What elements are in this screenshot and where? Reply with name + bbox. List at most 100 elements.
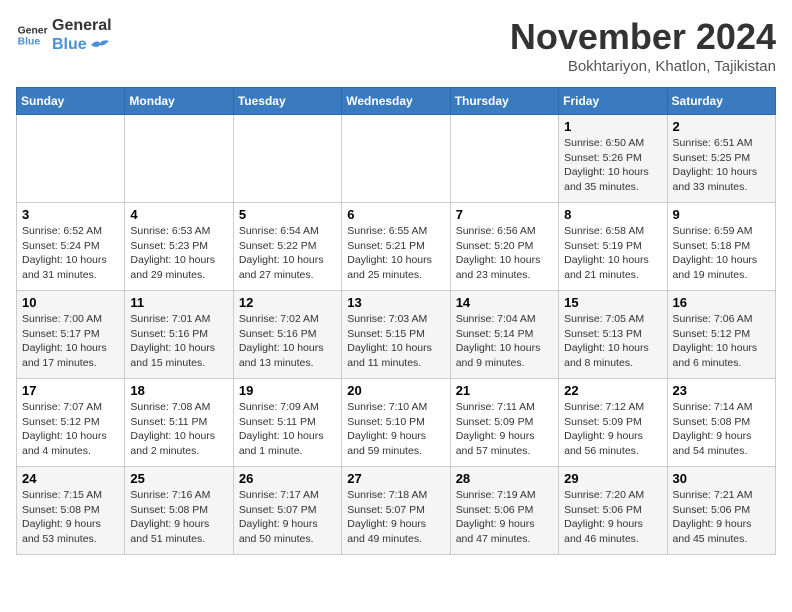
day-number: 26 <box>239 471 336 486</box>
day-number: 13 <box>347 295 444 310</box>
day-number: 17 <box>22 383 119 398</box>
calendar-week-1: 1Sunrise: 6:50 AM Sunset: 5:26 PM Daylig… <box>17 115 776 203</box>
day-number: 14 <box>456 295 553 310</box>
calendar-cell <box>125 115 233 203</box>
logo-icon: General Blue <box>16 19 48 51</box>
day-info: Sunrise: 7:10 AM Sunset: 5:10 PM Dayligh… <box>347 400 444 459</box>
day-number: 20 <box>347 383 444 398</box>
calendar-cell <box>17 115 125 203</box>
day-info: Sunrise: 6:55 AM Sunset: 5:21 PM Dayligh… <box>347 224 444 283</box>
column-header-wednesday: Wednesday <box>342 88 450 115</box>
logo-text-blue: Blue <box>52 35 112 54</box>
column-header-saturday: Saturday <box>667 88 775 115</box>
day-number: 7 <box>456 207 553 222</box>
calendar-cell <box>233 115 341 203</box>
day-number: 4 <box>130 207 227 222</box>
column-header-monday: Monday <box>125 88 233 115</box>
day-info: Sunrise: 7:21 AM Sunset: 5:06 PM Dayligh… <box>673 488 770 547</box>
calendar-cell: 28Sunrise: 7:19 AM Sunset: 5:06 PM Dayli… <box>450 467 558 555</box>
calendar-cell: 11Sunrise: 7:01 AM Sunset: 5:16 PM Dayli… <box>125 291 233 379</box>
day-number: 3 <box>22 207 119 222</box>
calendar-cell: 2 Sunrise: 6:51 AM Sunset: 5:25 PM Daylig… <box>667 115 775 203</box>
day-info: Sunrise: 7:04 AM Sunset: 5:14 PM Dayligh… <box>456 312 553 371</box>
day-number: 24 <box>22 471 119 486</box>
calendar-cell: 3Sunrise: 6:52 AM Sunset: 5:24 PM Daylig… <box>17 203 125 291</box>
svg-text:Blue: Blue <box>18 37 41 48</box>
calendar-cell: 15 Sunrise: 7:05 AM Sunset: 5:13 PM Dayli… <box>559 291 667 379</box>
day-info: Sunrise: 7:06 AM Sunset: 5:12 PM Dayligh… <box>673 312 770 371</box>
calendar-cell: 13Sunrise: 7:03 AM Sunset: 5:15 PM Dayli… <box>342 291 450 379</box>
logo-bird-icon <box>91 39 109 51</box>
calendar-cell: 21 Sunrise: 7:11 AM Sunset: 5:09 PM Dayli… <box>450 379 558 467</box>
day-info: Sunrise: 7:18 AM Sunset: 5:07 PM Dayligh… <box>347 488 444 547</box>
day-info: Sunrise: 6:51 AM Sunset: 5:25 PM Dayligh… <box>673 136 770 195</box>
logo-text-general: General <box>52 16 112 35</box>
calendar-cell: 8 Sunrise: 6:58 AM Sunset: 5:19 PM Daylig… <box>559 203 667 291</box>
column-header-friday: Friday <box>559 88 667 115</box>
day-number: 10 <box>22 295 119 310</box>
day-info: Sunrise: 7:01 AM Sunset: 5:16 PM Dayligh… <box>130 312 227 371</box>
day-number: 9 <box>673 207 770 222</box>
calendar-cell: 7 Sunrise: 6:56 AM Sunset: 5:20 PM Daylig… <box>450 203 558 291</box>
day-info: Sunrise: 7:09 AM Sunset: 5:11 PM Dayligh… <box>239 400 336 459</box>
calendar-cell: 25Sunrise: 7:16 AM Sunset: 5:08 PM Dayli… <box>125 467 233 555</box>
calendar-week-5: 24 Sunrise: 7:15 AM Sunset: 5:08 PM Dayli… <box>17 467 776 555</box>
day-info: Sunrise: 7:07 AM Sunset: 5:12 PM Dayligh… <box>22 400 119 459</box>
day-number: 1 <box>564 119 661 134</box>
calendar-cell <box>342 115 450 203</box>
day-number: 19 <box>239 383 336 398</box>
day-number: 8 <box>564 207 661 222</box>
calendar-cell: 26Sunrise: 7:17 AM Sunset: 5:07 PM Dayli… <box>233 467 341 555</box>
day-info: Sunrise: 7:15 AM Sunset: 5:08 PM Dayligh… <box>22 488 119 547</box>
calendar-table: SundayMondayTuesdayWednesdayThursdayFrid… <box>16 87 776 555</box>
calendar-week-3: 10Sunrise: 7:00 AM Sunset: 5:17 PM Dayli… <box>17 291 776 379</box>
column-header-sunday: Sunday <box>17 88 125 115</box>
calendar-cell: 29 Sunrise: 7:20 AM Sunset: 5:06 PM Dayli… <box>559 467 667 555</box>
calendar-cell: 17 Sunrise: 7:07 AM Sunset: 5:12 PM Dayli… <box>17 379 125 467</box>
day-info: Sunrise: 6:56 AM Sunset: 5:20 PM Dayligh… <box>456 224 553 283</box>
column-header-thursday: Thursday <box>450 88 558 115</box>
day-info: Sunrise: 7:20 AM Sunset: 5:06 PM Dayligh… <box>564 488 661 547</box>
calendar-cell: 5 Sunrise: 6:54 AM Sunset: 5:22 PM Daylig… <box>233 203 341 291</box>
day-info: Sunrise: 7:08 AM Sunset: 5:11 PM Dayligh… <box>130 400 227 459</box>
day-number: 6 <box>347 207 444 222</box>
calendar-cell: 24 Sunrise: 7:15 AM Sunset: 5:08 PM Dayli… <box>17 467 125 555</box>
calendar-cell: 22Sunrise: 7:12 AM Sunset: 5:09 PM Dayli… <box>559 379 667 467</box>
calendar-cell: 30Sunrise: 7:21 AM Sunset: 5:06 PM Dayli… <box>667 467 775 555</box>
day-number: 25 <box>130 471 227 486</box>
day-info: Sunrise: 7:05 AM Sunset: 5:13 PM Dayligh… <box>564 312 661 371</box>
day-number: 29 <box>564 471 661 486</box>
calendar-cell: 27 Sunrise: 7:18 AM Sunset: 5:07 PM Dayli… <box>342 467 450 555</box>
logo: General Blue General Blue <box>16 16 112 54</box>
day-number: 5 <box>239 207 336 222</box>
calendar-cell: 14 Sunrise: 7:04 AM Sunset: 5:14 PM Dayli… <box>450 291 558 379</box>
calendar-cell: 12Sunrise: 7:02 AM Sunset: 5:16 PM Dayli… <box>233 291 341 379</box>
calendar-header-row: SundayMondayTuesdayWednesdayThursdayFrid… <box>17 88 776 115</box>
day-number: 15 <box>564 295 661 310</box>
calendar-cell: 4 Sunrise: 6:53 AM Sunset: 5:23 PM Daylig… <box>125 203 233 291</box>
day-info: Sunrise: 7:12 AM Sunset: 5:09 PM Dayligh… <box>564 400 661 459</box>
day-info: Sunrise: 7:11 AM Sunset: 5:09 PM Dayligh… <box>456 400 553 459</box>
day-info: Sunrise: 6:53 AM Sunset: 5:23 PM Dayligh… <box>130 224 227 283</box>
calendar-cell <box>450 115 558 203</box>
column-header-tuesday: Tuesday <box>233 88 341 115</box>
calendar-cell: 16 Sunrise: 7:06 AM Sunset: 5:12 PM Dayli… <box>667 291 775 379</box>
calendar-cell: 9 Sunrise: 6:59 AM Sunset: 5:18 PM Daylig… <box>667 203 775 291</box>
day-info: Sunrise: 6:54 AM Sunset: 5:22 PM Dayligh… <box>239 224 336 283</box>
day-info: Sunrise: 6:59 AM Sunset: 5:18 PM Dayligh… <box>673 224 770 283</box>
day-number: 16 <box>673 295 770 310</box>
day-number: 28 <box>456 471 553 486</box>
day-info: Sunrise: 6:58 AM Sunset: 5:19 PM Dayligh… <box>564 224 661 283</box>
calendar-week-4: 17 Sunrise: 7:07 AM Sunset: 5:12 PM Dayli… <box>17 379 776 467</box>
calendar-cell: 10Sunrise: 7:00 AM Sunset: 5:17 PM Dayli… <box>17 291 125 379</box>
location: Bokhtariyon, Khatlon, Tajikistan <box>510 58 776 75</box>
day-number: 12 <box>239 295 336 310</box>
day-number: 2 <box>673 119 770 134</box>
day-number: 27 <box>347 471 444 486</box>
day-info: Sunrise: 7:14 AM Sunset: 5:08 PM Dayligh… <box>673 400 770 459</box>
calendar-cell: 23Sunrise: 7:14 AM Sunset: 5:08 PM Dayli… <box>667 379 775 467</box>
svg-text:General: General <box>18 26 48 37</box>
title-block: November 2024 Bokhtariyon, Khatlon, Taji… <box>510 16 776 75</box>
day-number: 21 <box>456 383 553 398</box>
month-title: November 2024 <box>510 16 776 58</box>
